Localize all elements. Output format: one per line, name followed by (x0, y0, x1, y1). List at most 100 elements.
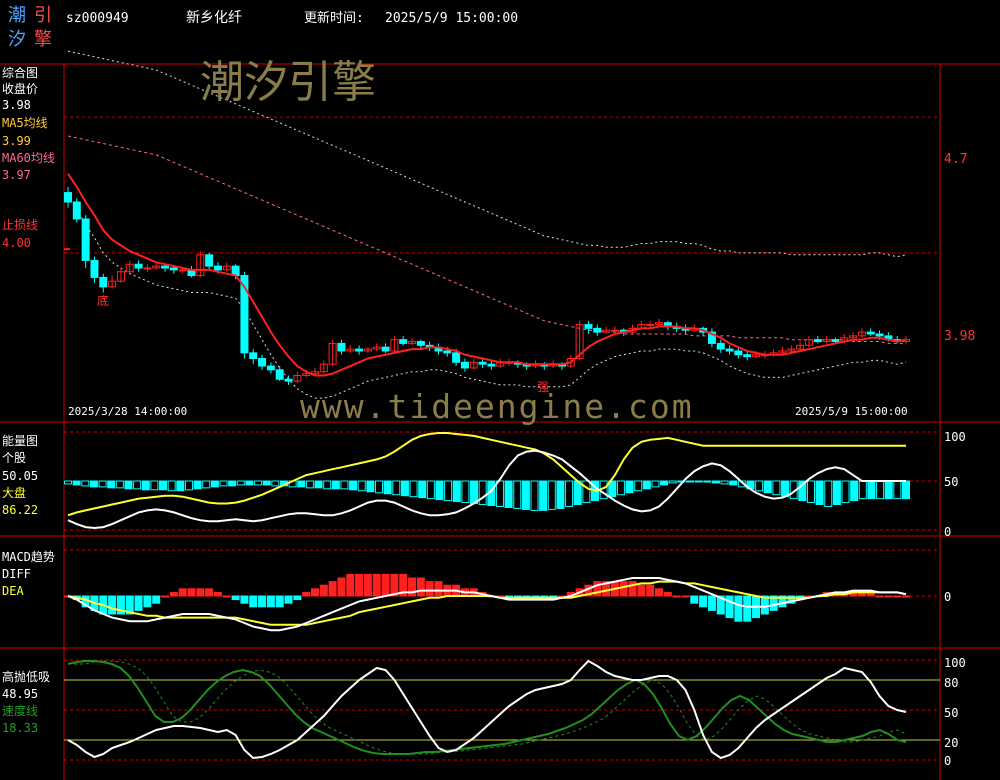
macd-bar (707, 595, 716, 611)
speed-line-value: 18.33 (2, 721, 39, 735)
hilo-value: 48.95 (2, 687, 39, 701)
macd-bar (187, 588, 196, 597)
hilo-tick-100: 100 (944, 656, 966, 670)
hilo-tick-50: 50 (944, 706, 959, 720)
ma5-label: MA5均线 (2, 116, 48, 130)
ma5-value: 3.99 (2, 134, 31, 148)
logo-char-2: 引 (34, 5, 52, 26)
date-start: 2025/3/28 14:00:00 (68, 405, 188, 418)
candle-body (134, 263, 143, 269)
stop-loss-value: 4.00 (2, 236, 31, 250)
energy-tick-100: 100 (944, 430, 966, 444)
macd-bar (152, 595, 161, 604)
candle-body (161, 265, 170, 269)
energy-bar (349, 480, 358, 491)
candle-body (169, 267, 178, 271)
logo-char-4: 擎 (34, 29, 52, 50)
candle-body (99, 276, 108, 288)
watermark-url: www.tideengine.com (300, 387, 694, 426)
macd-bar (434, 581, 443, 597)
candle-body (249, 352, 258, 360)
energy-bar (323, 480, 332, 490)
candle-body (478, 361, 487, 365)
energy-market-value: 86.22 (2, 503, 39, 517)
energy-bar (452, 480, 461, 503)
candle-body (416, 341, 425, 346)
macd-bar (266, 595, 275, 608)
macd-bar (205, 588, 214, 597)
candle-body (875, 333, 884, 337)
macd-bar (646, 584, 655, 597)
energy-bar (556, 480, 565, 509)
ma60-value: 3.97 (2, 168, 31, 182)
candle-body (725, 348, 734, 352)
lower-envelope-line (67, 196, 907, 399)
macd-bar (619, 581, 628, 597)
date-end: 2025/5/9 15:00:00 (795, 405, 908, 418)
energy-bar (159, 480, 168, 491)
energy-bar (305, 480, 314, 489)
candle-body (266, 365, 275, 371)
energy-bar (504, 480, 513, 508)
energy-bar (711, 480, 720, 484)
macd-dea-label: DEA (2, 584, 24, 598)
candle-body (399, 339, 408, 344)
hilo-panel-title: 高抛低吸 (2, 670, 51, 684)
macd-bar (743, 595, 752, 622)
update-time: 2025/5/9 15:00:00 (385, 11, 519, 26)
macd-bar (725, 595, 734, 619)
energy-bar (521, 480, 530, 510)
main-panel-title: 综合图 (2, 66, 39, 80)
energy-bar (409, 480, 418, 498)
energy-bar (720, 480, 729, 485)
candle-body (90, 259, 99, 278)
close-value: 3.98 (2, 98, 31, 112)
macd-tick-0: 0 (944, 590, 952, 604)
energy-bar (426, 480, 435, 500)
candle-body (178, 269, 187, 272)
candle-body (205, 254, 214, 267)
energy-bar (167, 480, 176, 492)
macd-bar (231, 595, 240, 601)
macd-bar (178, 588, 187, 597)
energy-bar (668, 480, 677, 484)
candle-body (460, 361, 469, 369)
macd-bar (363, 573, 372, 597)
energy-bar (124, 480, 133, 490)
macd-bar (196, 588, 205, 597)
candle-body (452, 352, 461, 363)
energy-bar (582, 480, 591, 504)
macd-panel-title: MACD趋势 (2, 550, 55, 564)
macd-bar (293, 595, 302, 601)
macd-bar (249, 595, 258, 608)
macd-bar (734, 595, 743, 622)
energy-bar (150, 480, 159, 491)
macd-bar (302, 591, 311, 597)
candle-body (593, 327, 602, 333)
energy-bar (375, 480, 384, 494)
energy-bar (694, 480, 703, 483)
hilo-tick-20: 20 (944, 736, 959, 750)
candle-body (831, 339, 840, 343)
energy-bar (867, 480, 876, 500)
macd-bar (143, 595, 152, 608)
energy-bar (902, 480, 910, 500)
energy-bar (245, 480, 254, 486)
macd-bar (425, 581, 434, 597)
energy-bar (478, 480, 487, 506)
energy-bar (815, 480, 824, 506)
macd-bar (319, 584, 328, 597)
energy-bar (193, 480, 202, 490)
energy-bar (314, 480, 323, 489)
macd-bar (284, 595, 293, 604)
candle-body (487, 363, 496, 367)
energy-bar (703, 480, 712, 483)
macd-bar (699, 595, 708, 608)
macd-bar (672, 595, 681, 598)
logo-char-3: 汐 (8, 29, 26, 50)
energy-bar (858, 480, 867, 500)
macd-bar (902, 595, 910, 598)
energy-bar (271, 480, 280, 487)
energy-bar (841, 480, 850, 504)
energy-bar (893, 480, 902, 500)
